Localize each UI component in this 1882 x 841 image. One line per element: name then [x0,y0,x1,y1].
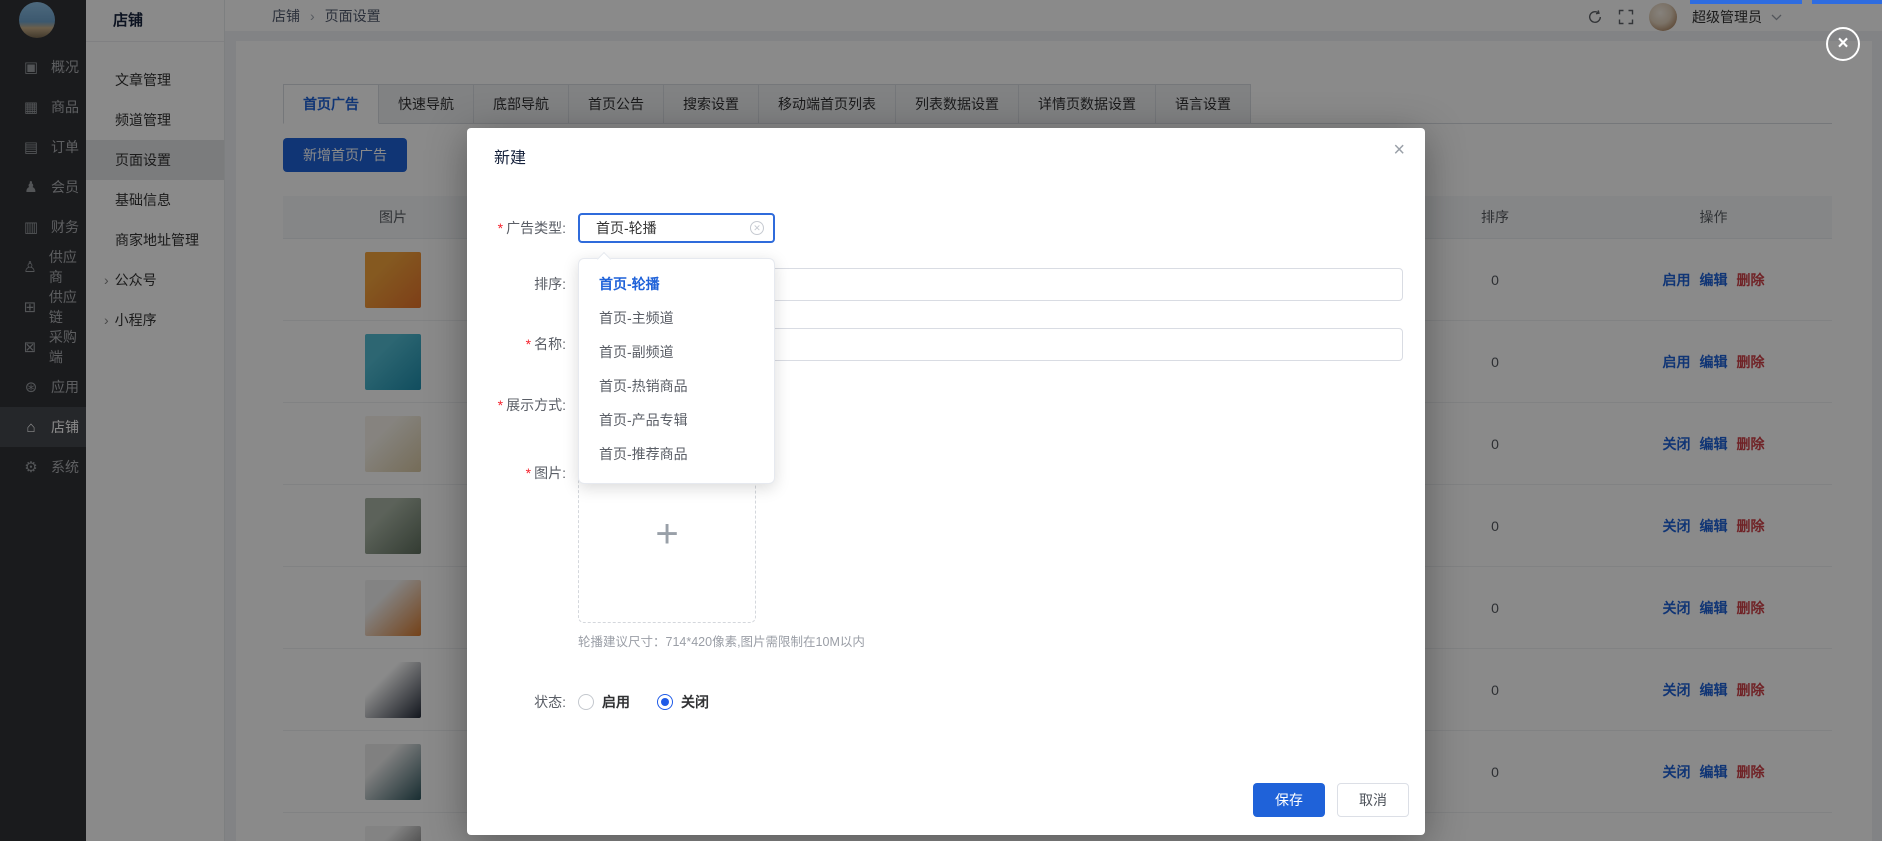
ad-type-label: *广告类型: [467,213,578,243]
sort-label: 排序: [467,268,578,301]
display-mode-label: *展示方式: [467,390,578,420]
top-blue-strip [1812,0,1882,4]
dropdown-option[interactable]: 首页-产品专辑 [579,403,774,437]
dropdown-option[interactable]: 首页-推荐商品 [579,437,774,471]
ad-type-select[interactable]: 首页-轮播 ✕ [578,213,775,243]
display-mode-field: *展示方式: [467,390,578,420]
radio-icon [657,694,673,710]
save-button[interactable]: 保存 [1253,783,1325,817]
dropdown-option[interactable]: 首页-副频道 [579,335,774,369]
dropdown-option[interactable]: 首页-轮播 [579,267,774,301]
dropdown-option[interactable]: 首页-主频道 [579,301,774,335]
ad-type-field: *广告类型: 首页-轮播 ✕ [467,213,775,243]
image-label: *图片: [467,445,578,623]
cancel-button[interactable]: 取消 [1337,783,1409,817]
status-radio[interactable]: 启用 [578,692,630,712]
dropdown-option[interactable]: 首页-热销商品 [579,369,774,403]
top-blue-strip [1690,0,1802,4]
status-label: 状态: [467,688,578,716]
dialog-footer: 保存 取消 [1253,783,1409,817]
radio-icon [578,694,594,710]
status-radio-group: 启用 关闭 [578,692,736,712]
plus-icon: + [655,512,678,557]
dialog-title: 新建 [494,144,526,168]
status-field: 状态: 启用 关闭 [467,688,736,716]
ad-type-dropdown: 首页-轮播 首页-主频道 首页-副频道 首页-热销商品 首页-产品专辑 首页-推… [578,258,775,484]
radio-label: 关闭 [681,692,709,712]
radio-label: 启用 [602,692,630,712]
ad-type-selected-value: 首页-轮播 [580,215,773,241]
upload-hint: 轮播建议尺寸：714*420像素,图片需限制在10M以内 [578,631,865,650]
required-mark: * [498,397,503,413]
name-label: *名称: [467,328,578,361]
required-mark: * [526,336,531,352]
overlay-close-button[interactable]: × [1826,27,1860,61]
status-radio[interactable]: 关闭 [657,692,709,712]
clear-icon[interactable]: ✕ [750,221,764,235]
required-mark: * [498,220,503,236]
dialog-close-icon[interactable]: × [1393,140,1405,160]
required-mark: * [526,465,531,481]
